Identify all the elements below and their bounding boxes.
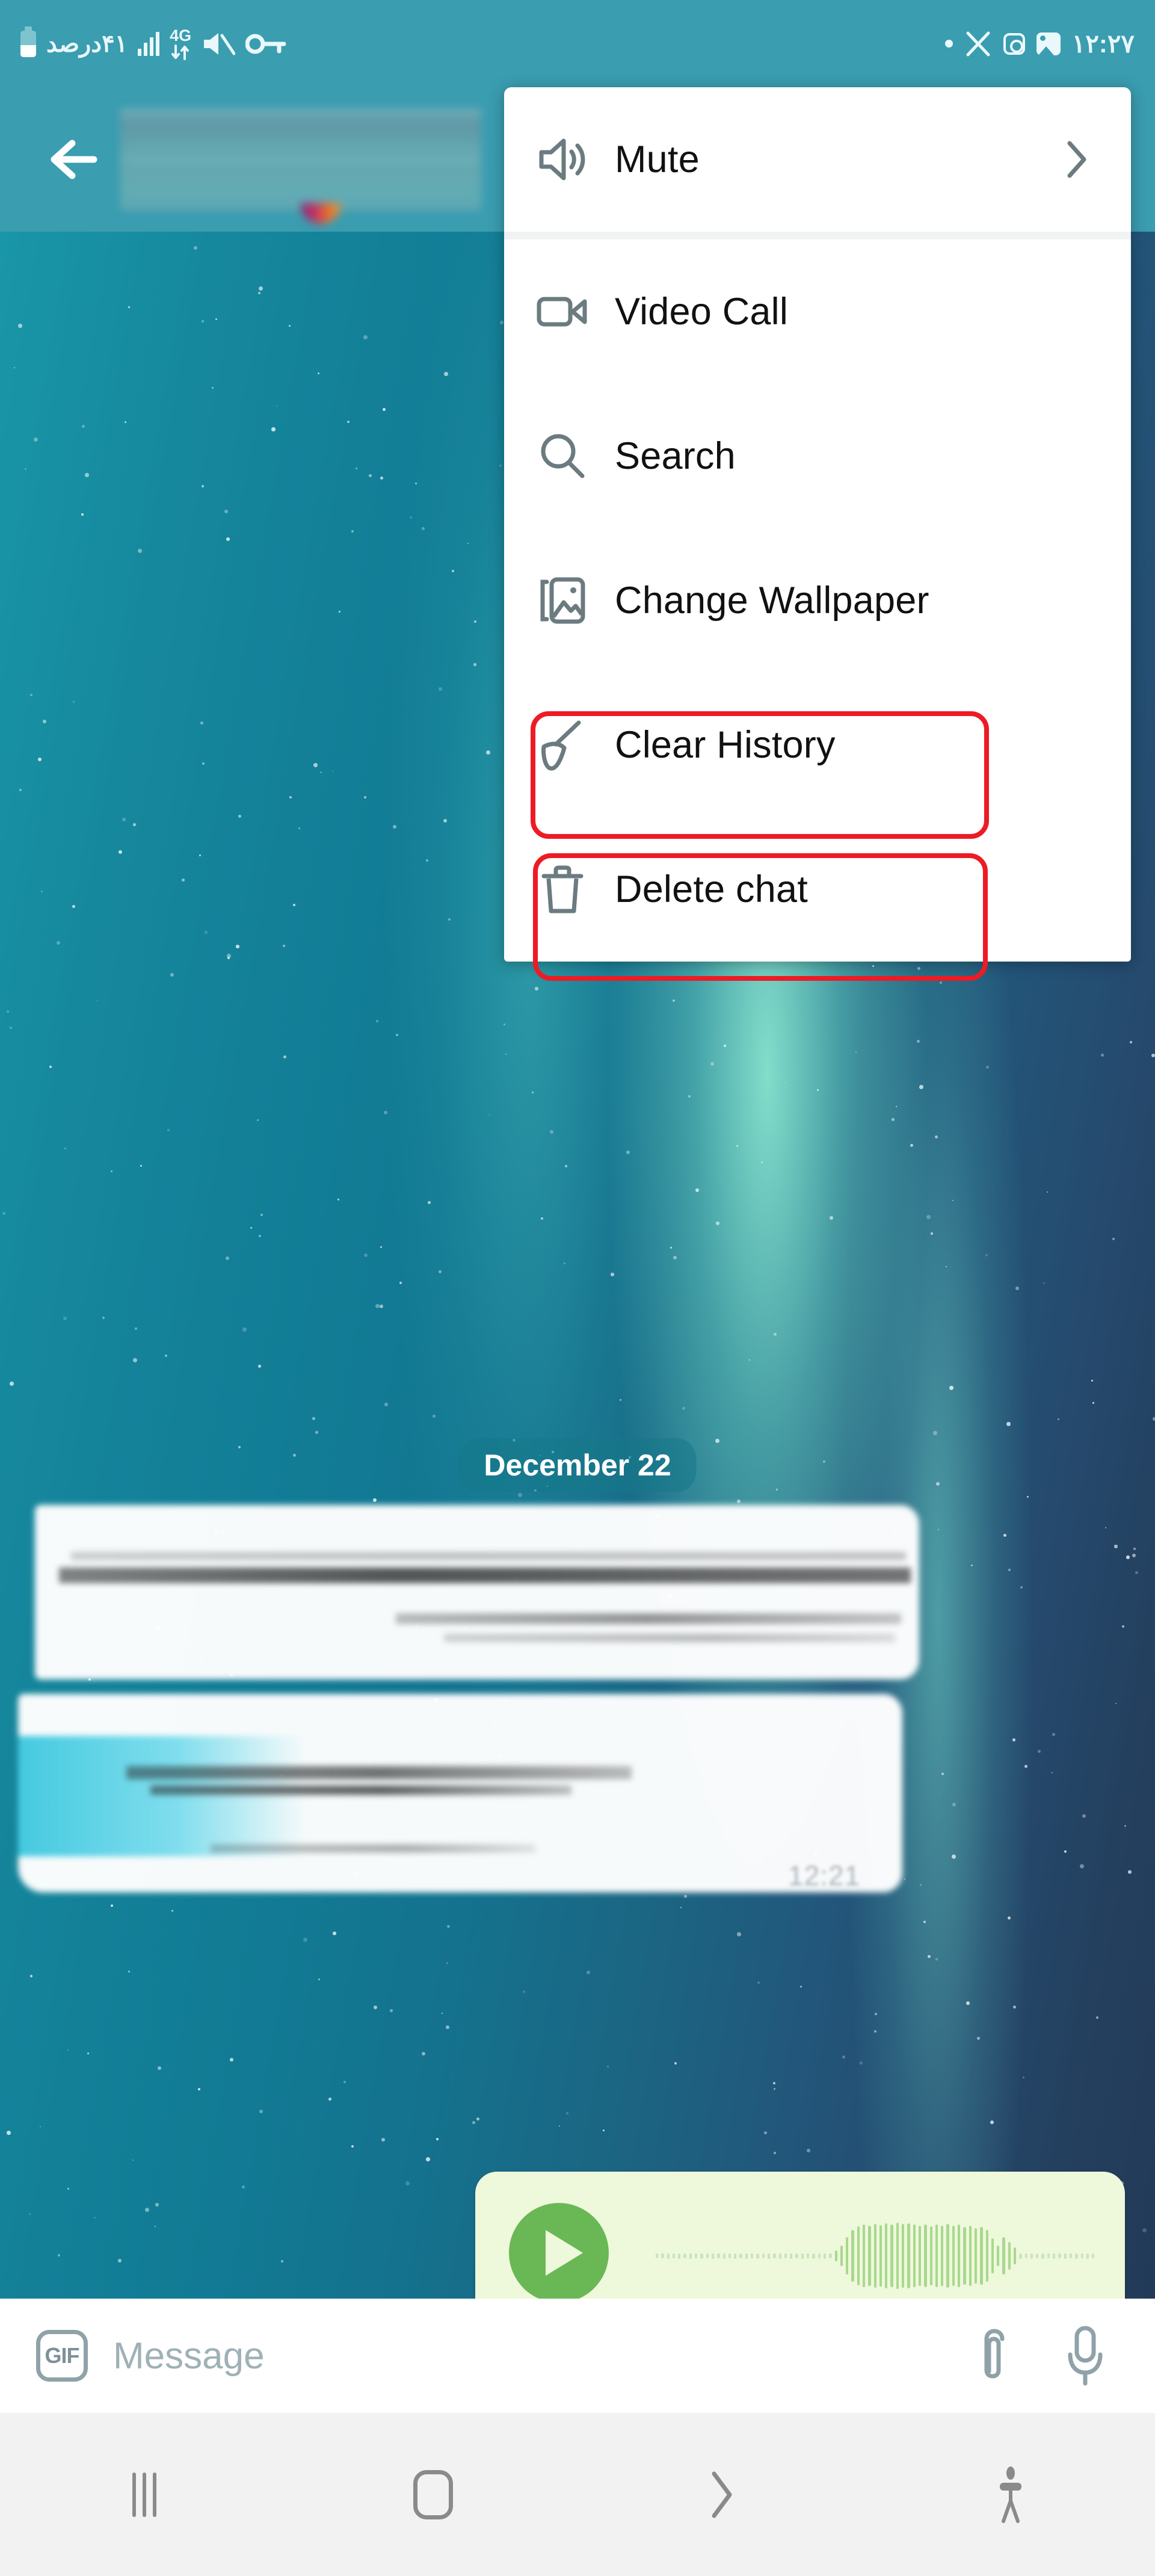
status-bar-right: ۱۲:۲۷ bbox=[944, 29, 1135, 58]
date-divider: December 22 bbox=[458, 1438, 697, 1492]
accessibility-person-icon bbox=[1000, 2466, 1021, 2523]
phone-screen: ۴۱درصد 4G ۱۲:۲۷ December 22 12:21 Mute V… bbox=[0, 0, 1155, 2576]
battery-icon bbox=[20, 26, 36, 57]
message-bubble-incoming-redacted-2[interactable] bbox=[18, 1694, 902, 1892]
attach-paperclip-icon[interactable] bbox=[969, 2328, 1017, 2383]
network-4g-icon: 4G bbox=[170, 26, 192, 60]
recent-apps-button[interactable] bbox=[0, 2472, 289, 2517]
menu-item-video-call[interactable]: Video Call bbox=[504, 239, 1131, 384]
input-bar-icons bbox=[969, 2324, 1104, 2387]
signal-bars-icon bbox=[138, 31, 160, 56]
accessibility-button[interactable] bbox=[866, 2466, 1155, 2524]
gallery-icon bbox=[1036, 32, 1061, 55]
broom-icon bbox=[529, 718, 596, 772]
message-bubble-incoming-redacted-1[interactable] bbox=[35, 1505, 919, 1679]
menu-item-label: Search bbox=[615, 435, 736, 477]
back-button[interactable] bbox=[578, 2469, 866, 2521]
instagram-icon bbox=[1003, 32, 1025, 55]
menu-item-label: Delete chat bbox=[615, 868, 808, 910]
avatar bbox=[301, 203, 340, 224]
system-nav-bar bbox=[0, 2413, 1155, 2576]
message-input-bar: GIF bbox=[0, 2299, 1155, 2413]
status-bar-left: ۴۱درصد 4G bbox=[20, 26, 286, 60]
menu-item-label: Change Wallpaper bbox=[615, 579, 929, 622]
menu-item-mute[interactable]: Mute bbox=[504, 87, 1131, 232]
search-icon bbox=[529, 431, 596, 481]
speaker-icon bbox=[529, 136, 596, 183]
menu-item-change-wallpaper[interactable]: Change Wallpaper bbox=[504, 528, 1131, 673]
play-button[interactable] bbox=[509, 2203, 609, 2299]
chevron-right-icon bbox=[1065, 140, 1089, 179]
trash-icon bbox=[529, 863, 596, 916]
recent-apps-icon bbox=[132, 2472, 156, 2517]
message-timestamp-redacted: 12:21 bbox=[788, 1860, 861, 1891]
gif-button[interactable]: GIF bbox=[36, 2330, 88, 2382]
home-icon bbox=[413, 2469, 453, 2519]
microphone-icon[interactable] bbox=[1066, 2324, 1104, 2387]
video-camera-icon bbox=[529, 291, 596, 333]
home-button[interactable] bbox=[289, 2469, 578, 2519]
menu-item-label: Clear History bbox=[615, 724, 836, 766]
menu-item-clear-history[interactable]: Clear History bbox=[504, 673, 1131, 817]
x-twitter-icon bbox=[966, 31, 990, 56]
battery-percent-label: ۴۱درصد bbox=[46, 30, 128, 57]
wallpaper-image-icon bbox=[529, 575, 596, 626]
menu-item-search[interactable]: Search bbox=[504, 384, 1131, 528]
volume-muted-icon bbox=[204, 32, 236, 55]
back-arrow-icon[interactable] bbox=[48, 134, 99, 185]
message-input[interactable] bbox=[113, 2334, 969, 2377]
menu-divider bbox=[504, 232, 1131, 239]
chevron-right-icon bbox=[712, 2471, 732, 2518]
network-type-label: 4G bbox=[170, 26, 192, 45]
menu-item-delete-chat[interactable]: Delete chat bbox=[504, 817, 1131, 962]
notification-dot-icon bbox=[944, 40, 953, 48]
voice-waveform[interactable] bbox=[656, 2222, 1095, 2290]
status-bar: ۴۱درصد 4G ۱۲:۲۷ bbox=[0, 0, 1155, 87]
vpn-key-icon bbox=[245, 34, 286, 54]
clock-label: ۱۲:۲۷ bbox=[1071, 29, 1135, 58]
contact-name-redacted[interactable] bbox=[120, 108, 481, 224]
menu-item-label: Mute bbox=[615, 138, 700, 181]
message-bubble-voice[interactable]: 00:03 12:23 bbox=[475, 2172, 1125, 2299]
menu-item-label: Video Call bbox=[615, 291, 789, 333]
chat-options-menu[interactable]: Mute Video Call Search Change Wallpaper … bbox=[504, 87, 1131, 962]
